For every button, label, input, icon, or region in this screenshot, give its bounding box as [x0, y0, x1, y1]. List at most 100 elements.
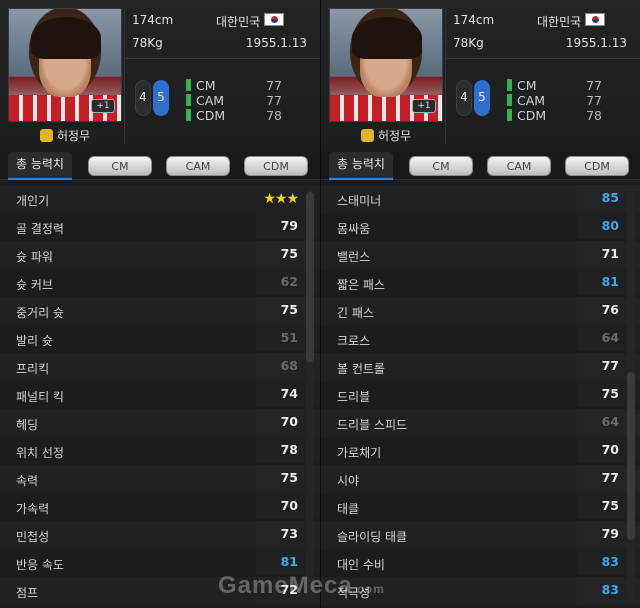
- upgrade-badge[interactable]: +1: [412, 99, 436, 113]
- stat-row: 중거리 슛 75: [0, 297, 320, 325]
- position-cdm-value: 78: [586, 108, 602, 123]
- right-foot-rating: 5: [478, 90, 486, 104]
- height-value: 174cm: [132, 13, 174, 27]
- stat-row: 속력 75: [0, 465, 320, 493]
- stat-row: 크로스 64: [321, 325, 640, 353]
- stat-row: 발리 슛 51: [0, 325, 320, 353]
- stat-label: 슛 커브: [16, 278, 53, 292]
- nation-name: 대한민국: [537, 15, 582, 29]
- stat-list: 개인기 ★★★ 골 결정력 79 슛 파워 75 슛 커브 62 중거리 슛 75 발리 슛 51 프리…: [0, 185, 320, 605]
- divider: [124, 8, 125, 144]
- stat-label: 드리블: [337, 390, 371, 404]
- player-name: 허정무: [40, 127, 90, 144]
- stat-label: 민첩성: [16, 530, 50, 544]
- stat-row: 드리블 75: [321, 381, 640, 409]
- stat-row: 짧은 패스 81: [321, 269, 640, 297]
- tab-cdm[interactable]: CDM: [565, 156, 629, 176]
- season-badge-icon: [361, 129, 374, 142]
- stat-label: 속력: [16, 474, 39, 488]
- korea-flag-icon: [264, 13, 284, 26]
- skill-stars-icon: ★★★: [263, 191, 299, 207]
- stat-label: 개인기: [16, 194, 50, 208]
- nation-name: 대한민국: [216, 15, 261, 29]
- stat-label: 프리킥: [16, 362, 50, 376]
- position-cdm-value: 78: [266, 108, 282, 123]
- stat-row: 밸런스 71: [321, 241, 640, 269]
- stat-row: 프리킥 68: [0, 353, 320, 381]
- position-cam-value: 77: [586, 93, 602, 108]
- player-hair: [31, 17, 101, 59]
- stat-list: 스태미너 85 몸싸움 80 밸런스 71 짧은 패스 81 긴 패스 76 크로스 64 볼 컨트롤 7…: [321, 185, 640, 605]
- divider: [445, 58, 640, 59]
- tab-cm[interactable]: CM: [88, 156, 152, 176]
- stat-label: 밸런스: [337, 250, 371, 264]
- watermark-logo: GameMeca.com: [218, 572, 385, 599]
- weight-value: 78Kg: [453, 36, 484, 50]
- tab-cm[interactable]: CM: [409, 156, 473, 176]
- divider: [445, 8, 446, 144]
- tab-cam[interactable]: CAM: [166, 156, 230, 176]
- foot-icon: 4 5: [131, 80, 175, 116]
- stat-row: 가속력 70: [0, 493, 320, 521]
- position-cm: CM: [507, 78, 537, 93]
- foot-icon: 4 5: [452, 80, 496, 116]
- left-foot-rating: 4: [139, 90, 147, 104]
- stat-row: 민첩성 73: [0, 521, 320, 549]
- position-bar-icon: [186, 109, 191, 121]
- position-cdm: CDM: [507, 108, 546, 123]
- position-cm: CM: [186, 78, 216, 93]
- divider: [124, 58, 320, 59]
- stat-label: 슛 파워: [16, 250, 53, 264]
- tab-cdm[interactable]: CDM: [244, 156, 308, 176]
- position-cam: CAM: [186, 93, 224, 108]
- birth-date: 1955.1.13: [245, 36, 307, 50]
- stat-tabs: 총 능력치 CM CAM CDM: [0, 152, 320, 180]
- scrollbar-thumb[interactable]: [627, 372, 635, 540]
- stat-label: 가로채기: [337, 446, 382, 460]
- stat-row: 태클 75: [321, 493, 640, 521]
- position-bar-icon: [507, 94, 512, 106]
- player-header: +1 174cm 대한민국 78Kg 1955.1.13 4 5 CM 77 C…: [0, 0, 320, 152]
- season-badge-icon: [40, 129, 53, 142]
- stat-row: 긴 패스 76: [321, 297, 640, 325]
- player-card-right: +1 174cm 대한민국 78Kg 1955.1.13 4 5 CM 77 C…: [320, 0, 640, 608]
- weight-value: 78Kg: [132, 36, 163, 50]
- height-value: 174cm: [453, 13, 495, 27]
- stat-label: 발리 슛: [16, 334, 53, 348]
- tab-cam[interactable]: CAM: [487, 156, 551, 176]
- left-foot-rating: 4: [460, 90, 468, 104]
- card-comparison: +1 174cm 대한민국 78Kg 1955.1.13 4 5 CM 77 C…: [0, 0, 640, 608]
- tab-total-stats[interactable]: 총 능력치: [8, 152, 72, 180]
- position-bar-icon: [186, 94, 191, 106]
- birth-date: 1955.1.13: [565, 36, 627, 50]
- stat-row: 드리블 스피드 64: [321, 409, 640, 437]
- stat-label: 패널티 킥: [16, 390, 64, 404]
- stat-label: 반응 속도: [16, 558, 64, 572]
- stat-row: 슬라이딩 태클 79: [321, 521, 640, 549]
- stat-label: 드리블 스피드: [337, 418, 408, 432]
- position-cam-value: 77: [266, 93, 282, 108]
- stat-row: 몸싸움 80: [321, 213, 640, 241]
- stat-label: 시야: [337, 474, 360, 488]
- stat-row: 슛 커브 62: [0, 269, 320, 297]
- stat-row: 개인기 ★★★: [0, 185, 320, 213]
- position-bar-icon: [507, 79, 512, 91]
- stat-row: 골 결정력 79: [0, 213, 320, 241]
- stat-row: 헤딩 70: [0, 409, 320, 437]
- stat-label: 점프: [16, 586, 39, 600]
- stat-row: 스태미너 85: [321, 185, 640, 213]
- scrollbar-thumb[interactable]: [306, 192, 314, 362]
- stat-label: 긴 패스: [337, 306, 374, 320]
- player-header: +1 174cm 대한민국 78Kg 1955.1.13 4 5 CM 77 C…: [321, 0, 640, 152]
- korea-flag-icon: [585, 13, 605, 26]
- stat-label: 볼 컨트롤: [337, 362, 385, 376]
- stat-label: 위치 선정: [16, 446, 64, 460]
- stat-label: 짧은 패스: [337, 278, 385, 292]
- tab-total-stats[interactable]: 총 능력치: [329, 152, 393, 180]
- stat-label: 크로스: [337, 334, 371, 348]
- player-card-left: +1 174cm 대한민국 78Kg 1955.1.13 4 5 CM 77 C…: [0, 0, 320, 608]
- player-name: 허정무: [361, 127, 411, 144]
- position-bar-icon: [507, 109, 512, 121]
- stat-label: 스태미너: [337, 194, 382, 208]
- upgrade-badge[interactable]: +1: [91, 99, 115, 113]
